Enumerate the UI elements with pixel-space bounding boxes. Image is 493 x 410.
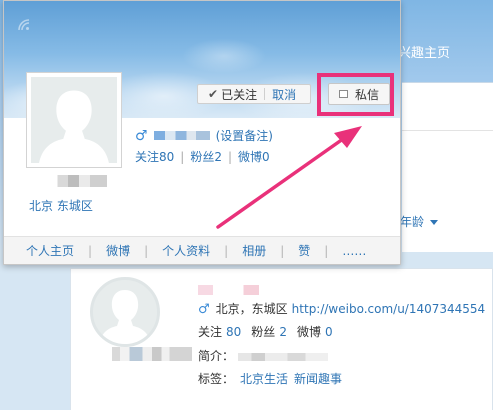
stat-label-following: 关注	[198, 325, 223, 339]
tags-label: 标签：	[198, 372, 235, 386]
nav-weibo[interactable]: 微博	[106, 242, 130, 259]
age-filter-dropdown[interactable]: 年龄	[400, 213, 439, 230]
separator: |	[144, 243, 149, 258]
card-location-link[interactable]: 北京 东城区	[29, 197, 93, 214]
male-icon: ♂	[135, 127, 148, 144]
followed-status-button: ✔ 已关注 取消	[197, 84, 311, 104]
tag-link[interactable]: 新闻趣事	[294, 372, 342, 386]
user-avatar[interactable]	[90, 277, 160, 347]
separator: |	[280, 243, 285, 258]
followed-label: 已关注	[221, 87, 258, 102]
nav-homepage[interactable]: 个人主页	[26, 242, 74, 259]
check-icon: ✔	[208, 87, 219, 101]
filter-divider	[402, 130, 493, 131]
separator: |	[324, 243, 329, 258]
interest-homepage-link[interactable]: 兴趣主页	[398, 42, 450, 61]
card-stats-row: 关注80 | 粉丝2 | 微博0	[135, 148, 270, 165]
card-posts-link[interactable]: 微博0	[238, 150, 270, 164]
card-following-link[interactable]: 关注80	[135, 150, 174, 164]
user-name-blurred	[112, 347, 192, 361]
age-filter-label: 年龄	[400, 215, 425, 229]
stat-label-followers: 粉丝	[251, 325, 276, 339]
separator: |	[224, 243, 229, 258]
intro-text-blurred	[238, 352, 329, 361]
caret-down-icon	[430, 220, 439, 225]
male-icon: ♂	[198, 302, 210, 317]
separator: |	[227, 150, 233, 164]
card-name-row: ♂ (设置备注)	[135, 127, 273, 144]
stat-value-following[interactable]: 80	[226, 325, 241, 339]
stat-label-posts: 微博	[296, 325, 321, 339]
set-remark-link[interactable]: (设置备注)	[216, 127, 273, 144]
nav-album[interactable]: 相册	[242, 242, 266, 259]
stat-value-followers[interactable]: 2	[279, 325, 287, 339]
stat-value-posts[interactable]: 0	[325, 325, 333, 339]
button-divider	[264, 88, 266, 100]
nav-likes[interactable]: 赞	[298, 242, 310, 259]
tag-link[interactable]: 北京生活	[240, 372, 288, 386]
user-location: 北京，东城区	[215, 302, 288, 316]
user-hover-card: ✔ 已关注 取消 私信 ♂ (设置备注) 关注80 | 粉丝2 | 微博0 北京 东城区…	[3, 0, 401, 265]
user-url-link[interactable]: http://weibo.com/u/1407344554	[292, 302, 486, 316]
card-nav-bar: 个人主页 | 微博 | 个人资料 | 相册 | 赞 | ……	[4, 236, 400, 264]
highlight-box	[317, 73, 394, 116]
default-avatar-icon	[99, 290, 151, 344]
card-nickname-blurred[interactable]	[153, 131, 210, 140]
user-location-row: ♂ 北京，东城区 http://weibo.com/u/1407344554	[198, 300, 485, 317]
nav-profile[interactable]: 个人资料	[162, 242, 210, 259]
separator: |	[88, 243, 93, 258]
nav-more[interactable]: ……	[342, 244, 366, 258]
separator: |	[180, 150, 185, 164]
user-tags-row: 标签： 北京生活 新闻趣事	[198, 370, 342, 387]
user-stats-row: 关注 80 粉丝 2 微博 0	[198, 323, 343, 340]
card-username-blurred	[51, 175, 107, 187]
user-intro-row: 简介：	[198, 347, 329, 364]
card-followers-link[interactable]: 粉丝2	[190, 150, 222, 164]
signal-icon	[18, 19, 30, 31]
card-avatar[interactable]	[26, 72, 122, 168]
unfollow-button[interactable]: 取消	[272, 86, 296, 103]
user-nickname-blurred[interactable]	[198, 285, 274, 295]
intro-label: 简介：	[198, 349, 235, 363]
default-avatar-icon	[39, 90, 109, 163]
